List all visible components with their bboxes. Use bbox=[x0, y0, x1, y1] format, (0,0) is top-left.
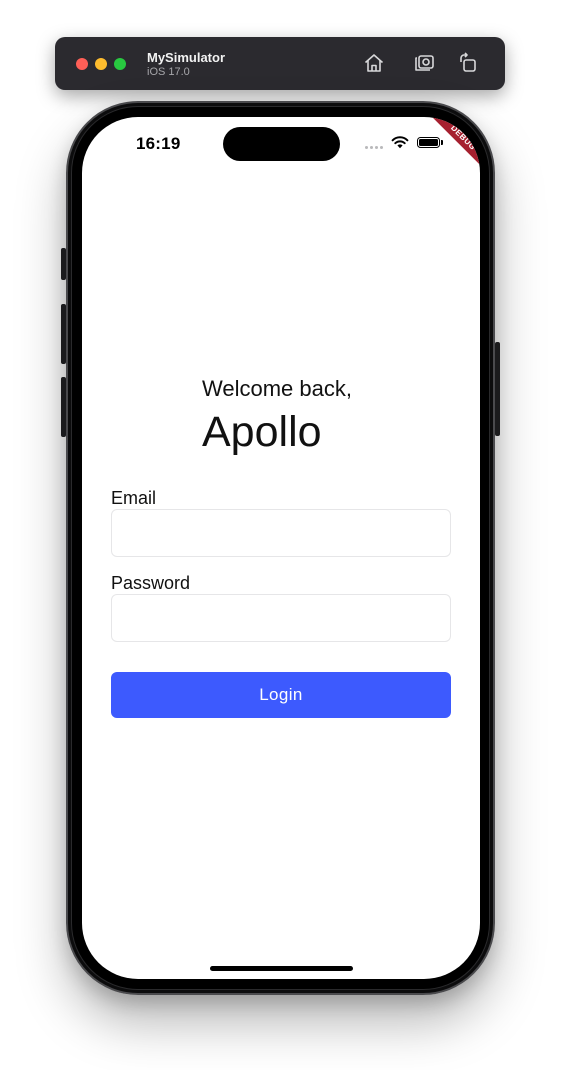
simulator-title: MySimulator bbox=[147, 50, 226, 65]
camera-icon bbox=[415, 55, 434, 71]
app-root: MySimulator iOS 17.0 16:19 DEBUG Welcome… bbox=[0, 0, 561, 1070]
greeting-text: Welcome back, bbox=[202, 376, 352, 401]
minimize-window-button[interactable] bbox=[95, 58, 107, 70]
user-name-heading: Apollo bbox=[202, 408, 322, 456]
home-button[interactable] bbox=[362, 51, 386, 75]
home-indicator[interactable] bbox=[210, 966, 353, 971]
status-time: 16:19 bbox=[136, 134, 181, 153]
signal-dots-icon bbox=[365, 146, 383, 149]
close-window-button[interactable] bbox=[76, 58, 88, 70]
battery-icon bbox=[417, 137, 440, 148]
screenshot-button[interactable] bbox=[412, 51, 436, 75]
simulator-os-version: iOS 17.0 bbox=[147, 66, 190, 78]
password-field[interactable] bbox=[111, 594, 451, 642]
zoom-window-button[interactable] bbox=[114, 58, 126, 70]
dynamic-island bbox=[223, 127, 340, 161]
rotate-icon bbox=[460, 52, 476, 72]
email-field[interactable] bbox=[111, 509, 451, 557]
battery-cap bbox=[441, 140, 443, 145]
password-label: Password bbox=[111, 573, 191, 593]
power-button bbox=[495, 342, 500, 436]
home-icon bbox=[364, 54, 384, 72]
device-screen: 16:19 DEBUG Welcome back, Apollo Email P… bbox=[82, 117, 480, 979]
rotate-button[interactable] bbox=[456, 51, 480, 75]
email-label: Email bbox=[111, 488, 157, 508]
login-button[interactable]: Login bbox=[111, 672, 451, 718]
simulator-title-bar: MySimulator iOS 17.0 bbox=[55, 37, 505, 90]
wifi-icon bbox=[391, 136, 409, 149]
